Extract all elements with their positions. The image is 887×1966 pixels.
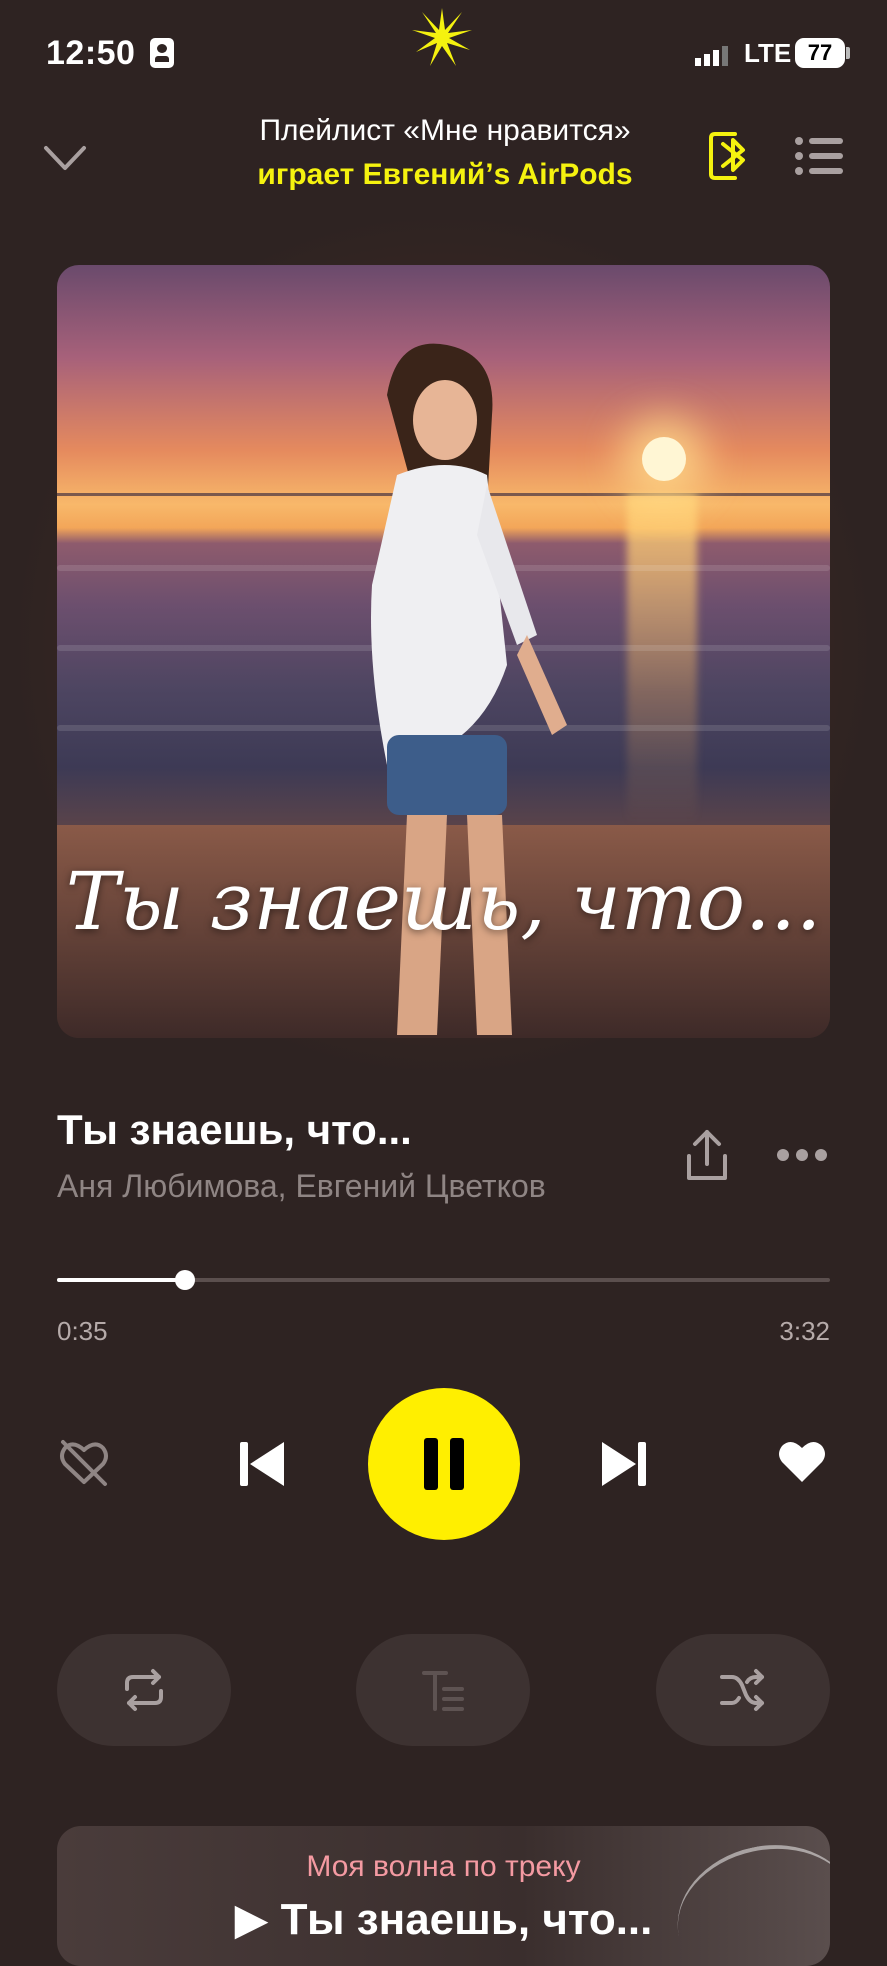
progress-fill: [57, 1278, 185, 1282]
shuffle-button[interactable]: [656, 1634, 830, 1746]
more-options-icon[interactable]: [776, 1140, 828, 1170]
album-cover: Ты знаешь, что...: [57, 265, 830, 1038]
status-time: 12:50: [46, 34, 136, 72]
id-card-icon: [150, 38, 174, 68]
track-artists[interactable]: Аня Любимова, Евгений Цветков: [57, 1168, 546, 1205]
network-type: LTE: [744, 38, 792, 68]
pause-icon: [424, 1438, 438, 1490]
signal-icon: [695, 46, 728, 66]
sun-reflection: [627, 495, 697, 825]
shuffle-icon: [720, 1669, 764, 1711]
previous-track-icon[interactable]: [238, 1438, 288, 1490]
lyrics-button[interactable]: [356, 1634, 530, 1746]
pause-icon: [450, 1438, 464, 1490]
elapsed-time: 0:35: [57, 1316, 108, 1346]
next-track-icon[interactable]: [598, 1438, 648, 1490]
track-title: Ты знаешь, что...: [57, 1106, 412, 1153]
progress-thumb[interactable]: [175, 1270, 195, 1290]
yandex-sparkle-icon: [412, 8, 472, 66]
repeat-button[interactable]: [57, 1634, 231, 1746]
share-icon[interactable]: [683, 1128, 731, 1184]
battery-icon: 77: [795, 38, 845, 68]
lyrics-icon: [422, 1671, 464, 1711]
dislike-icon[interactable]: [57, 1438, 111, 1488]
queue-list-icon[interactable]: [795, 136, 843, 176]
playing-device[interactable]: играет Евгений’s AirPods: [200, 158, 690, 192]
heart-icon[interactable]: [775, 1436, 829, 1486]
playlist-title[interactable]: Плейлист «Мне нравится»: [200, 114, 690, 148]
bluetooth-device-icon[interactable]: [705, 130, 753, 182]
cover-caption: Ты знаешь, что...: [65, 855, 822, 948]
sun: [642, 437, 686, 481]
my-wave-label: Моя волна по треку: [306, 1850, 581, 1883]
battery-tip: [846, 47, 850, 59]
pause-button[interactable]: [368, 1388, 520, 1540]
chevron-down-icon[interactable]: [42, 138, 88, 178]
repeat-icon: [125, 1669, 163, 1711]
total-time: 3:32: [779, 1316, 830, 1346]
my-wave-card[interactable]: Моя волна по треку ▶ Ты знаешь, что...: [57, 1826, 830, 1966]
